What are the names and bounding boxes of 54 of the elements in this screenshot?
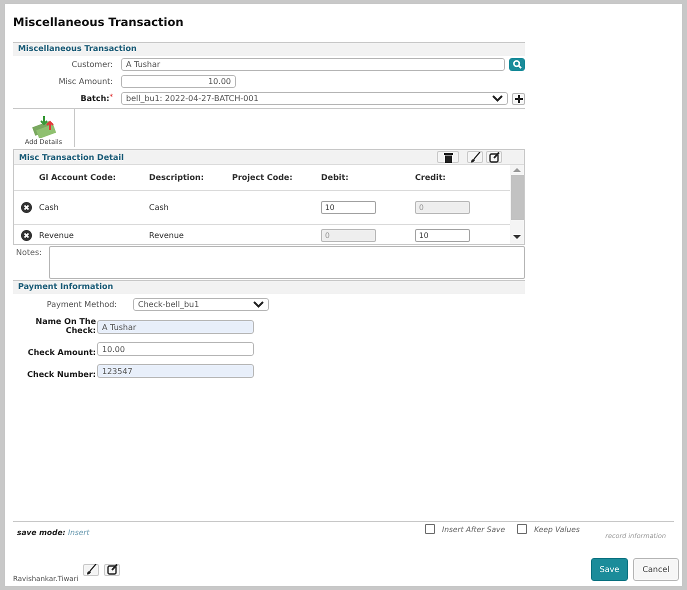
cancel-button[interactable]: Cancel: [633, 558, 679, 581]
brush-icon: [86, 564, 97, 575]
brush-button[interactable]: [467, 151, 483, 163]
remove-icon[interactable]: [21, 230, 32, 240]
column-header: Debit:: [321, 173, 350, 182]
trash-icon: [444, 152, 452, 162]
notes-field[interactable]: [49, 246, 525, 279]
column-header: Credit:: [415, 173, 447, 182]
edit-icon: [488, 152, 500, 162]
column-header: Description:: [149, 173, 205, 182]
search-icon: [512, 60, 522, 69]
field-label: Customer:: [70, 60, 113, 69]
edit-button[interactable]: [104, 564, 120, 576]
edit-icon: [106, 564, 118, 575]
amount-field[interactable]: 10.00: [121, 75, 236, 88]
brush-button[interactable]: [83, 564, 100, 576]
brush-icon: [470, 152, 480, 162]
scrollbar[interactable]: [510, 165, 524, 244]
checkbox[interactable]: [425, 524, 435, 534]
customer-field[interactable]: A Tushar: [121, 58, 505, 71]
table-cell-text: Cash: [39, 203, 60, 212]
table-cell-text: Revenue: [149, 230, 185, 240]
table-cell-text: Revenue: [39, 230, 75, 240]
section-header: Payment Information: [13, 280, 525, 294]
window-title: Miscellaneous Transaction: [13, 14, 185, 30]
add-button[interactable]: [512, 92, 525, 104]
checkbox[interactable]: [517, 524, 528, 534]
field-label: Check Amount:: [26, 348, 96, 357]
field-label: Misc Amount:: [58, 77, 113, 86]
table-cell-text: Cash: [149, 203, 170, 212]
field-label: Batch:: [80, 94, 110, 103]
save-button[interactable]: Save: [591, 558, 628, 581]
text-field[interactable]: A Tushar: [97, 320, 254, 334]
text-field[interactable]: 123547: [97, 364, 254, 378]
column-header: Gl Account Code:: [39, 173, 117, 182]
money-icon: [30, 114, 56, 138]
section-header: Miscellaneous Transaction: [13, 42, 525, 56]
search-button[interactable]: [509, 58, 525, 71]
batch-dropdown[interactable]: bell_bu1: 2022-04-27-BATCH-001: [121, 92, 508, 105]
field-label: Name On The Check:: [34, 317, 96, 335]
field-label: Check Number:: [26, 370, 96, 379]
chevron-icon: [492, 95, 503, 102]
delete-button[interactable]: [437, 151, 459, 163]
section-header: Misc Transaction Detail: [18, 152, 124, 162]
field-label: Payment Method:: [46, 300, 117, 309]
chevron-icon: [253, 301, 264, 308]
edit-button[interactable]: [486, 151, 502, 163]
required-mark: *: [110, 94, 113, 101]
text-field[interactable]: 10.00: [97, 342, 254, 356]
remove-icon[interactable]: [21, 202, 32, 213]
plus-icon: [514, 94, 522, 102]
payment-method-dropdown[interactable]: Check-bell_bu1: [133, 298, 269, 311]
field-label: Notes:: [15, 247, 43, 259]
column-header: Project Code:: [232, 173, 294, 182]
